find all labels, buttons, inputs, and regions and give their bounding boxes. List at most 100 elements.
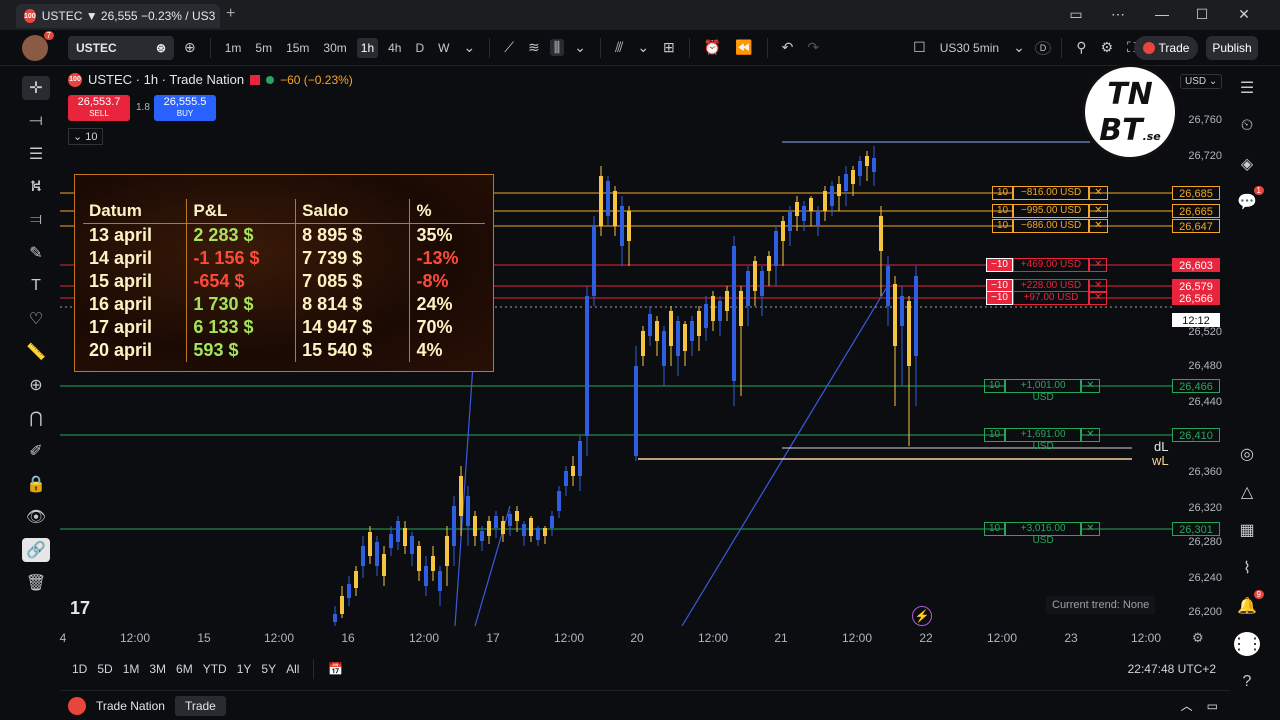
sell-button[interactable]: 26,553.7 SELL <box>68 95 130 121</box>
interval-dropdown-icon[interactable]: ⌄ <box>459 39 479 56</box>
new-tab-button[interactable]: + <box>226 5 235 23</box>
indicators-dropdown-icon[interactable]: ⌄ <box>633 39 653 56</box>
layout-icon[interactable]: ▭ <box>1066 6 1086 23</box>
currency-selector[interactable]: USD ⌄ <box>1180 74 1223 89</box>
range-3m[interactable]: 3M <box>149 662 166 676</box>
interval-30m[interactable]: 30m <box>319 38 350 58</box>
ruler-icon[interactable]: 📏 <box>22 340 50 364</box>
line-chart-icon[interactable]: ⟋ <box>500 39 518 56</box>
interval-15m[interactable]: 15m <box>282 38 313 58</box>
trash-icon[interactable]: 🗑 <box>22 571 50 595</box>
ideas-icon[interactable]: △ <box>1234 480 1260 504</box>
order-close-icon[interactable]: ✕ <box>1081 379 1100 393</box>
interval-5m[interactable]: 5m <box>251 38 276 58</box>
minimize-button[interactable]: — <box>1152 6 1172 22</box>
clock[interactable]: 22:47:48 UTC+2 <box>1128 662 1216 676</box>
crosshair-icon[interactable]: ✛ <box>22 76 50 100</box>
magnet-icon[interactable]: ⋂ <box>22 406 50 430</box>
notifications-icon[interactable]: 🔔 9 <box>1234 590 1264 618</box>
order-label[interactable]: −10 +97.00 USD ✕ <box>986 291 1108 305</box>
order-close-icon[interactable]: ✕ <box>1089 186 1108 200</box>
indicators-icon[interactable]: ⫻ <box>611 39 627 56</box>
order-label[interactable]: −10 +469.00 USD ✕ <box>986 258 1108 272</box>
range-ytd[interactable]: YTD <box>203 662 227 676</box>
order-close-icon[interactable]: ✕ <box>1081 522 1100 536</box>
browser-tab[interactable]: 100 USTEC ▼ 26,555 −0.23% / US3 ✕ <box>16 4 220 28</box>
range-6m[interactable]: 6M <box>176 662 193 676</box>
interval-d[interactable]: D <box>411 38 428 58</box>
panel-collapse-icon[interactable]: ︿ <box>1181 697 1193 714</box>
alerts-clock-icon[interactable]: ⏲ <box>1234 114 1260 138</box>
flag-icon[interactable] <box>250 74 261 85</box>
trade-button[interactable]: Trade <box>1134 36 1198 60</box>
range-1y[interactable]: 1Y <box>237 662 252 676</box>
indicator-icon[interactable]: ≋ <box>524 39 544 56</box>
brush-icon[interactable]: ✎ <box>22 241 50 265</box>
zoom-icon[interactable]: ⊕ <box>22 373 50 397</box>
symbol-search[interactable]: USTEC ⊛ <box>68 35 174 60</box>
publish-button[interactable]: Publish <box>1206 36 1258 60</box>
order-close-icon[interactable]: ✕ <box>1081 428 1100 442</box>
interval-1h[interactable]: 1h <box>356 37 379 58</box>
apps-icon[interactable]: ⋮⋮ <box>1231 632 1263 656</box>
broker-name[interactable]: Trade Nation <box>96 699 165 713</box>
chat-icon[interactable]: 💬 1 <box>1234 186 1264 214</box>
interval-1m[interactable]: 1m <box>221 38 246 58</box>
layout-dropdown-icon[interactable]: ⌄ <box>1009 39 1029 56</box>
projection-icon[interactable]: ⫤ <box>22 208 50 232</box>
text-icon[interactable]: T <box>22 274 50 298</box>
hotlist-icon[interactable]: ◎ <box>1234 442 1260 466</box>
axis-settings-icon[interactable]: ⚙ <box>1192 630 1204 646</box>
hide-icon[interactable]: 👁 <box>22 505 50 529</box>
link-icon[interactable]: 🔗 <box>22 538 50 562</box>
order-close-icon[interactable]: ✕ <box>1089 204 1108 218</box>
chart-type-dropdown-icon[interactable]: ⌄ <box>570 39 590 56</box>
order-label[interactable]: 10 +1,001.00 USD ✕ <box>984 379 1100 403</box>
maximize-button[interactable]: ☐ <box>1192 6 1212 23</box>
range-5y[interactable]: 5Y <box>261 662 276 676</box>
avatar[interactable]: 7 <box>22 30 54 61</box>
range-1m[interactable]: 1M <box>123 662 140 676</box>
panel-maximize-icon[interactable]: ▭ <box>1207 699 1218 713</box>
draw-lock-icon[interactable]: ✐ <box>22 439 50 463</box>
redo-icon[interactable]: ↷ <box>803 39 823 56</box>
quick-search-icon[interactable]: ⚲ <box>1072 39 1090 56</box>
alert-icon[interactable]: ⏰ <box>700 39 725 56</box>
quantity-input[interactable]: ⌄ 10 <box>68 128 103 145</box>
order-label[interactable]: 10 −995.00 USD ✕ <box>992 204 1108 218</box>
order-label[interactable]: 10 −816.00 USD ✕ <box>992 186 1108 200</box>
fib-icon[interactable]: ☰ <box>22 142 50 166</box>
range-1d[interactable]: 1D <box>72 662 87 676</box>
compare-add-icon[interactable]: ⊕ <box>180 39 200 56</box>
layout-checkbox-icon[interactable]: ☐ <box>909 39 930 56</box>
lightning-icon[interactable]: ⚡ <box>912 606 932 626</box>
favorites-icon[interactable]: ♡ <box>22 307 50 331</box>
interval-w[interactable]: W <box>434 38 453 58</box>
undo-icon[interactable]: ↶ <box>778 39 798 56</box>
layout-name[interactable]: US30 5min <box>936 38 1003 58</box>
replay-icon[interactable]: ⏪ <box>731 39 756 56</box>
pattern-icon[interactable]: ⛕ <box>22 175 50 199</box>
order-close-icon[interactable]: ✕ <box>1089 219 1108 233</box>
time-axis[interactable]: 4 12:00 15 12:00 16 12:00 17 12:00 20 12:00 21 12:0… <box>60 626 1230 650</box>
stream-icon[interactable]: ⌇ <box>1234 556 1260 580</box>
more-icon[interactable]: ⋯ <box>1108 6 1128 23</box>
templates-icon[interactable]: ⊞ <box>659 39 679 56</box>
horizontal-line-icon[interactable]: ⟞ <box>22 109 50 133</box>
goto-date-icon[interactable]: 📅 <box>328 662 343 676</box>
order-label[interactable]: 10 −686.00 USD ✕ <box>992 219 1108 233</box>
settings-icon[interactable]: ⚙ <box>1097 39 1118 56</box>
close-window-button[interactable]: ✕ <box>1234 6 1254 23</box>
interval-4h[interactable]: 4h <box>384 38 405 58</box>
help-icon[interactable]: ? <box>1234 670 1260 694</box>
range-5d[interactable]: 5D <box>97 662 112 676</box>
lock-icon[interactable]: 🔒 <box>22 472 50 496</box>
order-label[interactable]: 10 +1,691.00 USD ✕ <box>984 428 1100 452</box>
calendar-icon[interactable]: ▦ <box>1234 518 1260 542</box>
layers-icon[interactable]: ◈ <box>1234 152 1260 176</box>
panel-trade-button[interactable]: Trade <box>174 695 226 716</box>
watchlist-icon[interactable]: ☰ <box>1234 76 1260 100</box>
candles-icon[interactable]: ⫼ <box>549 39 565 56</box>
order-label[interactable]: 10 +3,016.00 USD ✕ <box>984 522 1100 546</box>
range-all[interactable]: All <box>286 662 299 676</box>
